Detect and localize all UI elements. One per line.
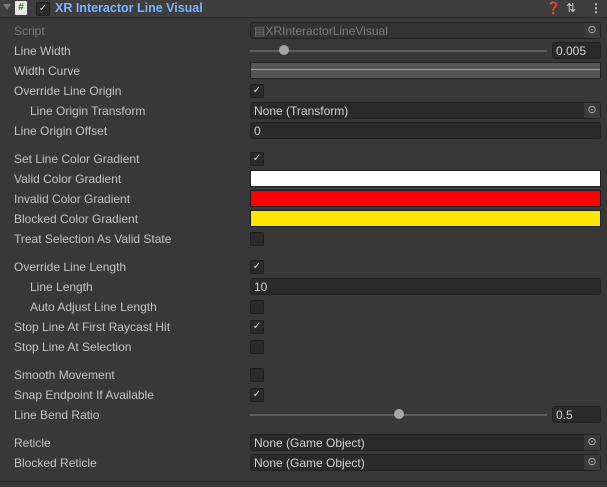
property-label: Line Length (30, 280, 93, 294)
property-row-smooth-movement: Smooth Movement (0, 365, 607, 385)
property-row-invalid-color-gradient: Invalid Color Gradient (0, 189, 607, 209)
property-row-override-line-length: Override Line Length ✓ (0, 257, 607, 277)
slider-track[interactable] (250, 50, 547, 52)
toggle-checkbox[interactable]: ✓ (250, 320, 264, 334)
property-row-line-origin-offset: Line Origin Offset 0 (0, 121, 607, 141)
value-input[interactable]: 0 (250, 122, 601, 139)
toggle-checkbox[interactable] (250, 232, 264, 246)
property-row-line-bend-ratio: Line Bend Ratio 0.5 (0, 405, 607, 425)
toggle-checkbox[interactable] (250, 300, 264, 314)
object-field-value: None (Game Object) (254, 456, 365, 470)
property-label: Line Bend Ratio (14, 408, 100, 422)
object-field[interactable]: None (Transform) ⊙ (250, 102, 601, 119)
property-label: Auto Adjust Line Length (30, 300, 157, 314)
property-label: Stop Line At First Raycast Hit (14, 320, 171, 334)
foldout-arrow-icon[interactable] (3, 4, 11, 10)
property-label: Reticle (14, 436, 51, 450)
property-row-snap-endpoint-if-available: Snap Endpoint If Available ✓ (0, 385, 607, 405)
property-label: Width Curve (14, 64, 81, 78)
property-row-stop-line-at-selection: Stop Line At Selection (0, 337, 607, 357)
property-label: Blocked Reticle (14, 456, 97, 470)
object-picker-icon[interactable]: ⊙ (584, 435, 600, 450)
property-label: Valid Color Gradient (14, 172, 122, 186)
component-title: XR Interactor Line Visual (55, 1, 203, 15)
property-label: Line Origin Transform (30, 104, 146, 118)
component-header[interactable]: # ✓ XR Interactor Line Visual ❓ ⇅ ⋮ (0, 0, 607, 18)
slider-knob[interactable] (279, 45, 290, 55)
object-field[interactable]: None (Game Object) ⊙ (250, 454, 601, 471)
property-label: Line Width (14, 44, 71, 58)
property-label: Treat Selection As Valid State (14, 232, 172, 246)
property-row-width-curve: Width Curve (0, 61, 607, 81)
object-field-value: None (Game Object) (254, 436, 365, 450)
gradient-field[interactable] (250, 170, 601, 187)
slider-value-input[interactable]: 0.5 (552, 406, 601, 423)
property-label: Invalid Color Gradient (14, 192, 131, 206)
object-picker-icon[interactable]: ⊙ (584, 23, 600, 38)
object-field[interactable]: ▤XRInteractorLineVisual ⊙ (250, 22, 601, 39)
toggle-checkbox[interactable]: ✓ (250, 260, 264, 274)
property-row-treat-selection-as-valid-state: Treat Selection As Valid State (0, 229, 607, 249)
toggle-checkbox[interactable] (250, 340, 264, 354)
property-row-valid-color-gradient: Valid Color Gradient (0, 169, 607, 189)
toggle-checkbox[interactable] (250, 368, 264, 382)
property-row-auto-adjust-line-length: Auto Adjust Line Length (0, 297, 607, 317)
component-enabled-checkbox[interactable]: ✓ (36, 2, 50, 16)
toggle-checkbox[interactable]: ✓ (250, 152, 264, 166)
property-row-stop-line-at-first-raycast-hit: Stop Line At First Raycast Hit ✓ (0, 317, 607, 337)
toggle-checkbox[interactable]: ✓ (250, 388, 264, 402)
toggle-checkbox[interactable]: ✓ (250, 84, 264, 98)
gradient-field[interactable] (250, 190, 601, 207)
property-label: Override Line Origin (14, 84, 122, 98)
curve-field[interactable] (250, 62, 601, 79)
property-label: Override Line Length (14, 260, 127, 274)
slider-value-input[interactable]: 0.005 (552, 42, 601, 59)
property-label: Blocked Color Gradient (14, 212, 139, 226)
property-label: Stop Line At Selection (14, 340, 132, 354)
property-row-override-line-origin: Override Line Origin ✓ (0, 81, 607, 101)
property-row-blocked-reticle: Blocked Reticle None (Game Object) ⊙ (0, 453, 607, 473)
kebab-menu-icon[interactable]: ⋮ (590, 1, 602, 15)
property-label: Script (14, 24, 45, 38)
property-label: Line Origin Offset (14, 124, 108, 138)
property-row-line-origin-transform: Line Origin Transform None (Transform) ⊙ (0, 101, 607, 121)
curve-line (251, 69, 600, 70)
property-label: Snap Endpoint If Available (14, 388, 154, 402)
property-label: Smooth Movement (14, 368, 115, 382)
property-row-line-width: Line Width 0.005 (0, 41, 607, 61)
property-row-line-length: Line Length 10 (0, 277, 607, 297)
slider-knob[interactable] (393, 409, 404, 419)
object-field-value: None (Transform) (254, 104, 349, 118)
property-label: Set Line Color Gradient (14, 152, 140, 166)
object-picker-icon[interactable]: ⊙ (584, 103, 600, 118)
presets-icon[interactable]: ⇅ (566, 1, 576, 15)
help-icon[interactable]: ❓ (546, 1, 561, 15)
script-icon: # (15, 1, 27, 15)
bottom-divider (0, 481, 607, 487)
property-row-set-line-color-gradient: Set Line Color Gradient ✓ (0, 149, 607, 169)
object-picker-icon[interactable]: ⊙ (584, 455, 600, 470)
property-row-reticle: Reticle None (Game Object) ⊙ (0, 433, 607, 453)
value-input[interactable]: 10 (250, 278, 601, 295)
property-row-blocked-color-gradient: Blocked Color Gradient (0, 209, 607, 229)
script-file-icon: ▤ (254, 24, 266, 38)
property-row-script: Script ▤XRInteractorLineVisual ⊙ (0, 21, 607, 41)
gradient-field[interactable] (250, 210, 601, 227)
object-field-value: XRInteractorLineVisual (265, 24, 388, 38)
object-field[interactable]: None (Game Object) ⊙ (250, 434, 601, 451)
